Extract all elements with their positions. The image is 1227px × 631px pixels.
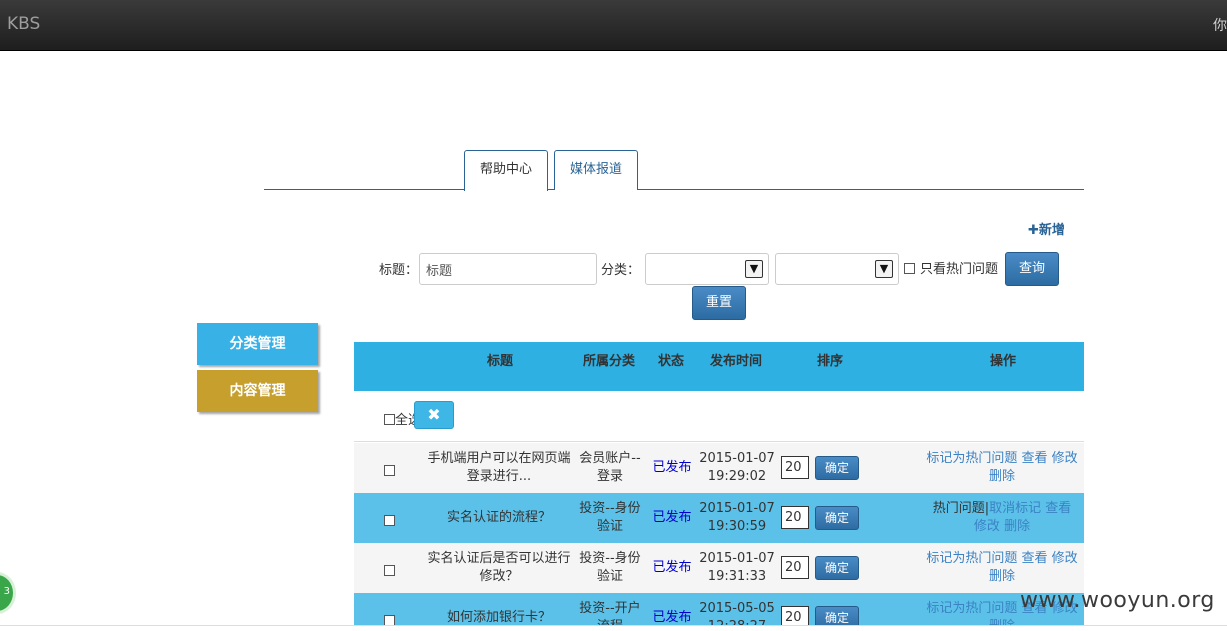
title-search-input[interactable] xyxy=(419,253,597,285)
unmark-hot-link[interactable]: 取消标记 xyxy=(989,501,1041,516)
view-link[interactable]: 查看 xyxy=(1021,451,1047,466)
column-header-actions: 操作 xyxy=(990,354,1017,369)
row-checkbox[interactable] xyxy=(384,512,395,530)
page-bottom-border xyxy=(0,625,1227,631)
hot-only-filter[interactable]: 只看热门问题 xyxy=(904,258,998,277)
category-filter-label: 分类： xyxy=(601,263,641,278)
row-sort-input[interactable] xyxy=(781,506,809,529)
row-confirm-button[interactable]: 确定 xyxy=(815,506,859,530)
row-sort-input[interactable] xyxy=(781,556,809,579)
mark-hot-link[interactable]: 标记为热门问题 xyxy=(926,451,1017,466)
row-actions: 标记为热门问题 查看 修改 删除 xyxy=(926,450,1078,486)
row-actions: 热门问题|取消标记 查看 修改 删除 xyxy=(926,500,1078,536)
add-new-button[interactable]: ✚新增 xyxy=(1028,219,1065,238)
hot-only-label: 只看热门问题 xyxy=(920,262,999,277)
hot-only-checkbox[interactable] xyxy=(904,263,915,274)
table-row: 手机端用户可以在网页端登录进行... 会员账户--登录 已发布 2015-01-… xyxy=(354,443,1084,493)
edit-link[interactable]: 修改 xyxy=(1052,551,1078,566)
batch-delete-button[interactable]: ✖ xyxy=(414,401,454,429)
edit-link[interactable]: 修改 xyxy=(974,519,1000,534)
tab-help-center[interactable]: 帮助中心 xyxy=(464,150,548,191)
edit-link[interactable]: 修改 xyxy=(1052,451,1078,466)
row-category: 投资--身份验证 xyxy=(579,551,641,584)
query-button[interactable]: 查询 xyxy=(1005,252,1059,286)
chevron-down-icon: ▼ xyxy=(875,260,893,278)
row-checkbox[interactable] xyxy=(384,462,395,480)
column-header-title: 标题 xyxy=(487,354,514,369)
row-publish-time: 2015-05-05 12:28:27 xyxy=(699,601,775,625)
tab-media-reports[interactable]: 媒体报道 xyxy=(554,150,638,190)
column-header-category: 所属分类 xyxy=(583,354,636,369)
row-publish-time: 2015-01-07 19:31:33 xyxy=(699,551,775,584)
user-greeting[interactable]: 你 xyxy=(1213,15,1227,35)
category-select-secondary[interactable]: ▼ xyxy=(775,253,899,285)
table-row: 实名认证后是否可以进行修改？ 投资--身份验证 已发布 2015-01-07 1… xyxy=(354,543,1084,593)
row-title: 实名认证的流程？ xyxy=(446,510,551,525)
floating-badge-label: 3 xyxy=(3,586,10,597)
tabs-underline xyxy=(264,189,1084,190)
row-title: 实名认证后是否可以进行修改？ xyxy=(427,551,571,584)
title-filter-label: 标题： xyxy=(379,263,419,278)
row-confirm-button[interactable]: 确定 xyxy=(815,556,859,580)
row-status: 已发布 xyxy=(652,460,692,475)
row-publish-time: 2015-01-07 19:29:02 xyxy=(699,451,775,484)
row-confirm-button[interactable]: 确定 xyxy=(815,606,859,625)
delete-link[interactable]: 删除 xyxy=(989,569,1015,584)
row-title: 手机端用户可以在网页端登录进行... xyxy=(427,451,571,484)
hot-status-label: 热门问题| xyxy=(932,501,990,516)
row-category: 投资--身份验证 xyxy=(579,501,641,534)
row-status: 已发布 xyxy=(652,560,692,575)
row-confirm-button[interactable]: 确定 xyxy=(815,456,859,480)
row-actions: 标记为热门问题 查看 修改 删除 xyxy=(926,550,1078,586)
column-header-sort: 排序 xyxy=(817,354,844,369)
row-category: 会员账户--登录 xyxy=(579,451,641,484)
row-title: 如何添加银行卡？ xyxy=(446,610,551,625)
reset-button[interactable]: 重置 xyxy=(692,286,746,320)
mark-hot-link[interactable]: 标记为热门问题 xyxy=(926,601,1017,616)
view-link[interactable]: 查看 xyxy=(1021,551,1047,566)
watermark: www.wooyun.org xyxy=(1020,588,1215,613)
row-checkbox[interactable] xyxy=(384,562,395,580)
category-select-primary[interactable]: ▼ xyxy=(645,253,769,285)
table-row: 实名认证的流程？ 投资--身份验证 已发布 2015-01-07 19:30:5… xyxy=(354,493,1084,543)
close-icon: ✖ xyxy=(427,405,441,424)
delete-link[interactable]: 删除 xyxy=(989,469,1015,484)
row-status: 已发布 xyxy=(652,610,692,625)
table-divider xyxy=(354,441,1084,442)
table-header: 标题 所属分类 状态 发布时间 排序 操作 xyxy=(354,342,1084,391)
row-sort-input[interactable] xyxy=(781,456,809,479)
column-header-publish-time: 发布时间 xyxy=(710,354,763,369)
floating-badge-icon[interactable]: 3 xyxy=(0,572,16,614)
table-row: 如何添加银行卡？ 投资--开户流程 已发布 2015-05-05 12:28:2… xyxy=(354,593,1084,625)
row-checkbox[interactable] xyxy=(384,612,395,625)
top-navbar: KBS 你 xyxy=(0,0,1227,51)
sidebar-item-content-management[interactable]: 内容管理 xyxy=(197,370,318,412)
row-category: 投资--开户流程 xyxy=(579,601,641,625)
brand-logo[interactable]: KBS xyxy=(7,14,40,34)
chevron-down-icon: ▼ xyxy=(745,260,763,278)
column-header-status: 状态 xyxy=(658,354,685,369)
select-all-checkbox[interactable] xyxy=(384,414,395,425)
mark-hot-link[interactable]: 标记为热门问题 xyxy=(926,551,1017,566)
row-sort-input[interactable] xyxy=(781,606,809,625)
delete-link[interactable]: 删除 xyxy=(1004,519,1030,534)
row-publish-time: 2015-01-07 19:30:59 xyxy=(699,501,775,534)
sidebar-item-category-management[interactable]: 分类管理 xyxy=(197,323,318,365)
view-link[interactable]: 查看 xyxy=(1045,501,1071,516)
row-status: 已发布 xyxy=(652,510,692,525)
